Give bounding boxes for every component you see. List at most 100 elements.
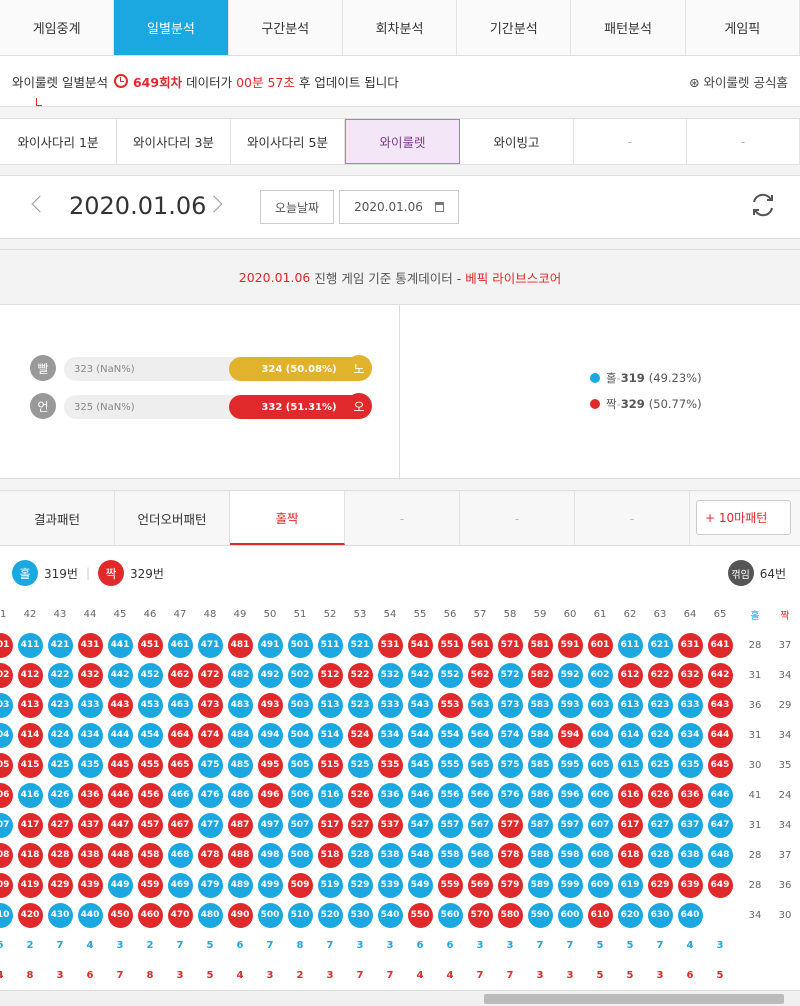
subtab-6[interactable]: - <box>687 119 800 164</box>
result-ball: 585 <box>527 752 553 778</box>
grid-cell: 521 <box>345 630 375 660</box>
result-ball: 526 <box>347 782 373 808</box>
row-even-count: 37 <box>778 849 792 861</box>
grid-cell: 590 <box>525 900 555 930</box>
column-number: 60 <box>563 608 577 620</box>
grid-cell: 553 <box>435 690 465 720</box>
result-ball: 554 <box>437 722 463 748</box>
grid-cell: 533 <box>375 690 405 720</box>
divider: | <box>85 566 90 580</box>
ten-pattern-button[interactable]: + 10마패턴 <box>696 500 791 535</box>
tab-3[interactable]: 회차분석 <box>343 0 458 55</box>
subtab-3[interactable]: 와이룰렛 <box>345 119 460 164</box>
grid-cell: 628 <box>645 840 675 870</box>
result-ball: 634 <box>677 722 703 748</box>
grid-cell: 409 <box>0 870 15 900</box>
red-streak-count: 3 <box>656 969 664 981</box>
result-ball: 570 <box>467 902 493 928</box>
result-ball: 407 <box>0 812 13 838</box>
column-number: 50 <box>263 608 277 620</box>
blue-streak-count: 7 <box>566 939 574 951</box>
stat-left-value: 323 (NaN%) <box>74 363 135 375</box>
subtab-2[interactable]: 와이사다리 5분 <box>231 119 345 164</box>
result-ball: 403 <box>0 692 13 718</box>
tab-6[interactable]: 게임픽 <box>686 0 800 55</box>
grid-cell: 401 <box>0 630 15 660</box>
column-number: 61 <box>593 608 607 620</box>
subtab-4[interactable]: 와이빙고 <box>460 119 574 164</box>
result-ball: 408 <box>0 842 13 868</box>
result-ball: 561 <box>467 632 493 658</box>
tab-1[interactable]: 일별분석 <box>114 0 229 55</box>
refresh-icon[interactable] <box>750 192 776 218</box>
tab-5[interactable]: 패턴분석 <box>571 0 686 55</box>
prev-date-icon[interactable] <box>31 195 49 213</box>
result-ball: 569 <box>467 872 493 898</box>
red-streak-count: 4 <box>236 969 244 981</box>
official-home-link[interactable]: ⊛ 와이룰렛 공식홈 <box>689 72 788 91</box>
grid-cell: 482 <box>225 660 255 690</box>
pattern-tab-2[interactable]: 홀짝 <box>230 491 345 545</box>
subtab-5[interactable]: - <box>574 119 687 164</box>
result-ball: 636 <box>677 782 703 808</box>
result-ball: 547 <box>407 812 433 838</box>
date-picker[interactable]: 2020.01.06 <box>339 190 459 224</box>
grid-cell: 623 <box>645 690 675 720</box>
grid-cell: 508 <box>285 840 315 870</box>
column-number: 45 <box>113 608 127 620</box>
scrollbar-thumb[interactable] <box>484 994 784 1004</box>
result-ball: 488 <box>227 842 253 868</box>
result-ball: 613 <box>617 692 643 718</box>
tab-2[interactable]: 구간분석 <box>229 0 343 55</box>
result-ball: 478 <box>197 842 223 868</box>
subtab-1[interactable]: 와이사다리 3분 <box>117 119 231 164</box>
grid-cell: 414 <box>15 720 45 750</box>
pattern-tab-1[interactable]: 언더오버패턴 <box>115 491 230 545</box>
grid-cell: 468 <box>165 840 195 870</box>
result-ball: 514 <box>317 722 343 748</box>
column-number: 58 <box>503 608 517 620</box>
grid-cell: 634 <box>675 720 705 750</box>
bar-stats: 빨 323 (NaN%) 324 (50.08%) 노 언 325 (NaN%) 332 (… <box>0 305 400 480</box>
result-ball: 620 <box>617 902 643 928</box>
result-ball: 644 <box>707 722 733 748</box>
result-ball: 432 <box>77 662 103 688</box>
tab-4[interactable]: 기간분석 <box>457 0 572 55</box>
pattern-tab-0[interactable]: 결과패턴 <box>0 491 115 545</box>
grid-cell: 486 <box>225 780 255 810</box>
result-ball: 619 <box>617 872 643 898</box>
row-odd-count: 28 <box>748 879 762 891</box>
pattern-tab-5[interactable]: - <box>575 491 690 545</box>
grid-cell: 641 <box>705 630 735 660</box>
grid-cell: 456 <box>135 780 165 810</box>
column-number: 56 <box>443 608 457 620</box>
result-ball: 618 <box>617 842 643 868</box>
subtab-0[interactable]: 와이사다리 1분 <box>0 119 117 164</box>
today-button[interactable]: 오늘날짜 <box>260 190 334 224</box>
result-ball: 578 <box>497 842 523 868</box>
column-number: 42 <box>23 608 37 620</box>
tab-0[interactable]: 게임중계 <box>0 0 115 55</box>
grid-cell: 479 <box>195 870 225 900</box>
grid-cell: 551 <box>435 630 465 660</box>
pattern-tab-3[interactable]: - <box>345 491 460 545</box>
grid-cell: 549 <box>405 870 435 900</box>
next-date-icon[interactable] <box>205 195 223 213</box>
result-ball: 477 <box>197 812 223 838</box>
row-even-count: 24 <box>778 789 792 801</box>
column-number: 51 <box>293 608 307 620</box>
grid-cell: 452 <box>135 660 165 690</box>
result-ball: 458 <box>137 842 163 868</box>
grid-cell: 433 <box>75 690 105 720</box>
result-ball: 502 <box>287 662 313 688</box>
horizontal-scrollbar[interactable] <box>0 990 800 1006</box>
grid-cell: 429 <box>45 870 75 900</box>
result-ball: 473 <box>197 692 223 718</box>
pattern-tab-4[interactable]: - <box>460 491 575 545</box>
legend-count: 319 <box>620 371 645 385</box>
result-ball: 535 <box>377 752 403 778</box>
column-number: 47 <box>173 608 187 620</box>
grid-cell: 488 <box>225 840 255 870</box>
blue-streak-count: 4 <box>686 939 694 951</box>
result-ball: 626 <box>647 782 673 808</box>
